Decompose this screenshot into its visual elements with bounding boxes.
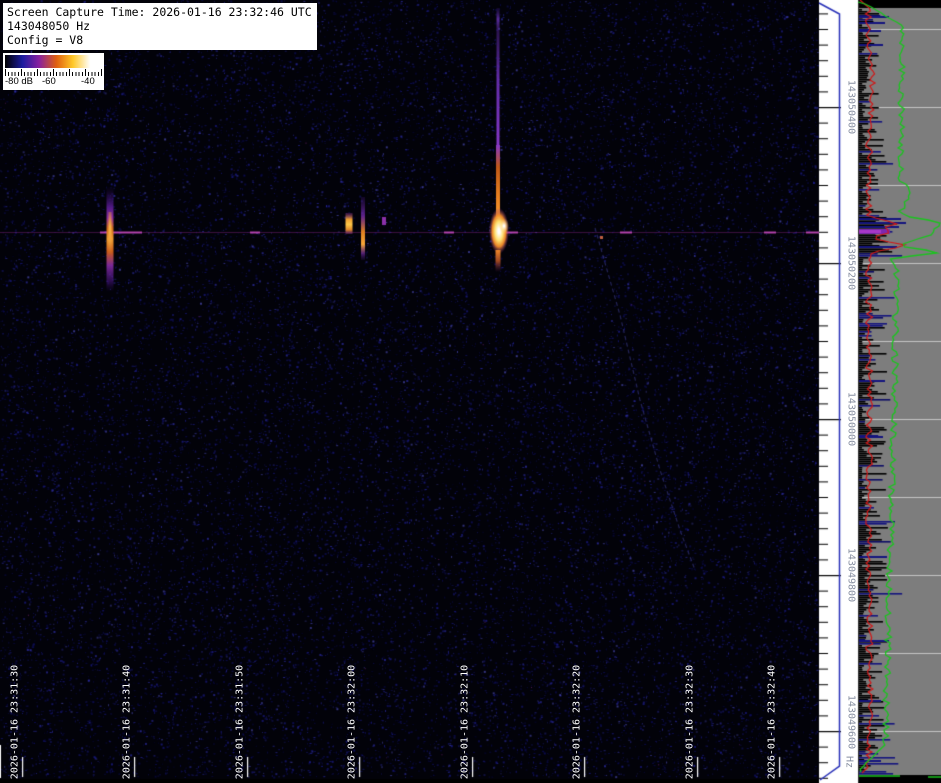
time-axis-label: 2026-01-16 23:31:50 xyxy=(234,664,246,780)
db-label-low: -80 dB xyxy=(5,76,33,87)
frequency-axis-label: 143050200 xyxy=(845,235,857,291)
db-label-mid: -60 xyxy=(42,76,56,87)
time-axis-label: 2026-01-16 23:32:20 xyxy=(571,664,583,780)
frequency-axis-label: 143050000 xyxy=(845,391,857,447)
config-text: Config = V8 xyxy=(7,33,84,47)
color-scale-labels: -80 dB -60 -40 xyxy=(3,76,104,88)
time-axis-label: 2026-01-16 23:32:30 xyxy=(684,664,696,780)
color-scale-gradient xyxy=(5,55,102,68)
time-axis-label: 2026-01-16 23:31:30 xyxy=(9,664,21,780)
frequency-axis-label: 143050400 xyxy=(845,79,857,135)
frequency-axis-label: 143049600 xyxy=(845,694,857,750)
time-axis-label: 2026-01-16 23:32:40 xyxy=(766,664,778,780)
capture-info-box: Screen Capture Time: 2026-01-16 23:32:46… xyxy=(3,3,317,50)
capture-time-text: Screen Capture Time: 2026-01-16 23:32:46… xyxy=(7,5,312,19)
color-scale-legend: -80 dB -60 -40 xyxy=(3,53,104,90)
spectrogram-canvas xyxy=(0,0,941,783)
db-label-high: -40 xyxy=(81,76,95,87)
spectrogram-screen-capture: Screen Capture Time: 2026-01-16 23:32:46… xyxy=(0,0,941,783)
time-axis-label: 2026-01-16 23:31:40 xyxy=(121,664,133,780)
frequency-unit-label: Hz xyxy=(843,755,855,769)
receiver-frequency-text: 143048050 Hz xyxy=(7,19,91,33)
time-axis-label: 2026-01-16 23:32:00 xyxy=(346,664,358,780)
frequency-axis-label: 143049800 xyxy=(845,547,857,603)
time-axis-label: 2026-01-16 23:32:10 xyxy=(459,664,471,780)
